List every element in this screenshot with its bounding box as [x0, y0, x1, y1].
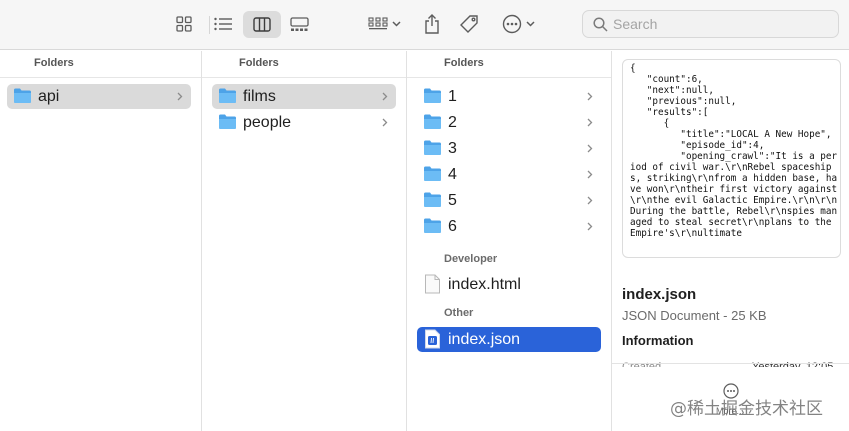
folder-icon	[424, 192, 441, 207]
file-label: index.html	[448, 275, 521, 293]
preview-divider	[612, 363, 849, 364]
section-label-developer: Developer	[444, 253, 498, 265]
folder-row-people[interactable]: people	[212, 110, 396, 135]
folder-icon	[424, 218, 441, 233]
search-field[interactable]	[582, 10, 839, 38]
tag-icon	[460, 15, 478, 33]
folder-label: 5	[448, 191, 457, 209]
share-icon	[425, 14, 439, 34]
icon-view-button[interactable]	[172, 12, 196, 36]
column-header-label: Folders	[444, 57, 484, 69]
chevron-right-icon	[587, 222, 593, 231]
folder-row-4[interactable]: 4	[417, 162, 601, 187]
folder-row-2[interactable]: 2	[417, 110, 601, 135]
column-header-label: Folders	[34, 57, 74, 69]
column-header: Folders	[202, 51, 406, 78]
preview-kind: JSON Document - 25 KB	[622, 308, 767, 323]
chevron-right-icon	[587, 118, 593, 127]
gallery-icon	[289, 16, 309, 31]
list-icon	[214, 17, 232, 31]
file-label: index.json	[448, 330, 521, 348]
list-view-button[interactable]	[210, 12, 236, 36]
column-3: Folders 1 2 3 4 5 6 Developer index.html…	[407, 51, 612, 431]
column-header: Folders	[0, 51, 201, 78]
folder-row-6[interactable]: 6	[417, 214, 601, 239]
json-preview-text: { "count":6, "next":null, "previous":nul…	[630, 63, 838, 239]
search-icon	[593, 17, 608, 32]
folder-icon	[219, 114, 236, 129]
column-header-label: Folders	[239, 57, 279, 69]
watermark: @稀土掘金技术社区	[670, 399, 823, 419]
chevron-right-icon	[382, 118, 388, 127]
chevron-right-icon	[587, 144, 593, 153]
folder-label: 6	[448, 217, 457, 235]
folder-label: 1	[448, 87, 457, 105]
group-icon	[367, 17, 388, 30]
folder-icon	[424, 140, 441, 155]
chevron-right-icon	[382, 92, 388, 101]
share-button[interactable]	[420, 10, 444, 38]
file-row-index-json[interactable]: index.json	[417, 327, 601, 352]
folder-icon	[424, 114, 441, 129]
information-heading: Information	[622, 333, 694, 348]
chevron-right-icon	[587, 92, 593, 101]
file-row-index-html[interactable]: index.html	[417, 272, 601, 297]
folder-icon	[219, 88, 236, 103]
search-input[interactable]	[613, 15, 828, 33]
tags-button[interactable]	[456, 11, 482, 37]
folder-label: 2	[448, 113, 457, 131]
folder-label: 4	[448, 165, 457, 183]
preview-pane: { "count":6, "next":null, "previous":nul…	[612, 51, 849, 431]
folder-row-films[interactable]: films	[212, 84, 396, 109]
column-1: Folders api	[0, 51, 202, 431]
file-preview-box[interactable]: { "count":6, "next":null, "previous":nul…	[622, 59, 841, 258]
action-button[interactable]	[498, 11, 538, 37]
ellipsis-circle-icon	[502, 14, 521, 34]
chevron-right-icon	[587, 170, 593, 179]
folder-row-1[interactable]: 1	[417, 84, 601, 109]
column-2: Folders films people	[202, 51, 407, 431]
folder-row-5[interactable]: 5	[417, 188, 601, 213]
folder-label: api	[38, 87, 60, 105]
chevron-right-icon	[587, 196, 593, 205]
folder-row-api[interactable]: api	[7, 84, 191, 109]
json-document-icon	[425, 329, 440, 349]
column-header: Folders	[407, 51, 611, 78]
folder-label: 3	[448, 139, 457, 157]
group-by-button[interactable]	[364, 12, 404, 36]
columns-icon	[253, 17, 271, 32]
grid-icon	[176, 16, 192, 32]
folder-label: people	[243, 113, 292, 131]
preview-filename: index.json	[622, 286, 697, 303]
folder-icon	[14, 88, 31, 103]
chevron-down-icon	[525, 21, 535, 27]
folder-label: films	[243, 87, 276, 105]
column-view-button[interactable]	[243, 11, 281, 38]
chevron-right-icon	[177, 92, 183, 101]
folder-icon	[424, 88, 441, 103]
folder-icon	[424, 166, 441, 181]
gallery-view-button[interactable]	[286, 12, 312, 36]
folder-row-3[interactable]: 3	[417, 136, 601, 161]
finder-toolbar	[0, 0, 849, 50]
document-icon	[425, 274, 440, 294]
section-label-other: Other	[444, 307, 474, 319]
chevron-down-icon	[391, 21, 401, 27]
